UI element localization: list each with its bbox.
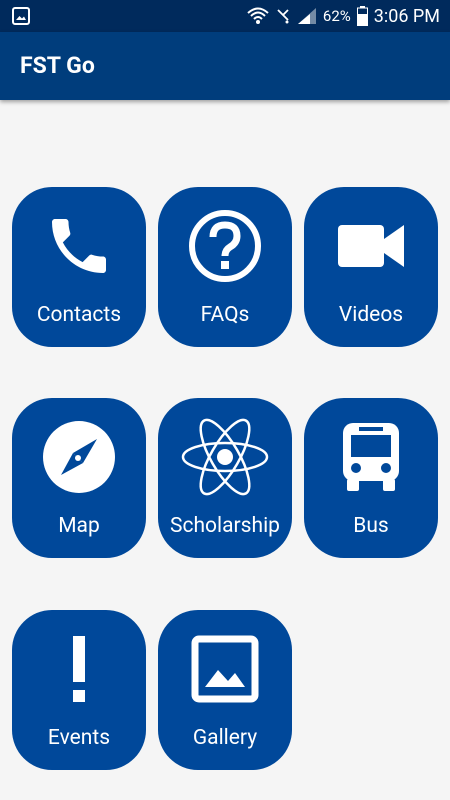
tile-label: Events bbox=[47, 726, 111, 750]
tile-label: Scholarship bbox=[170, 514, 280, 538]
app-bar: FST Go bbox=[0, 32, 450, 100]
exclamation-icon bbox=[12, 624, 146, 714]
tile-scholarship[interactable]: Scholarship bbox=[158, 398, 292, 558]
tile-label: Map bbox=[58, 514, 100, 538]
tile-videos[interactable]: Videos bbox=[304, 187, 438, 347]
tile-label: Bus bbox=[353, 514, 389, 538]
wifi-icon bbox=[247, 6, 269, 26]
tile-label: FAQs bbox=[200, 303, 250, 327]
no-signal-icon bbox=[275, 7, 291, 25]
app-title: FST Go bbox=[20, 52, 95, 79]
tile-label: Videos bbox=[338, 303, 404, 327]
help-circle-icon bbox=[158, 201, 292, 291]
tile-map[interactable]: Map bbox=[12, 398, 146, 558]
tile-bus[interactable]: Bus bbox=[304, 398, 438, 558]
battery-percent: 62% bbox=[322, 7, 351, 25]
video-camera-icon bbox=[304, 201, 438, 291]
compass-icon bbox=[12, 412, 146, 502]
status-bar: 62% 3:06 PM bbox=[0, 0, 450, 32]
tile-contacts[interactable]: Contacts bbox=[12, 187, 146, 347]
battery-icon bbox=[356, 6, 368, 26]
bus-icon bbox=[304, 412, 438, 502]
tile-gallery[interactable]: Gallery bbox=[158, 610, 292, 770]
image-notification-icon bbox=[12, 7, 30, 25]
cell-signal-icon bbox=[297, 7, 317, 25]
tile-label: Gallery bbox=[192, 726, 258, 750]
tile-faqs[interactable]: FAQs bbox=[158, 187, 292, 347]
atom-icon bbox=[158, 412, 292, 502]
clock: 3:06 PM bbox=[373, 5, 440, 27]
tile-events[interactable]: Events bbox=[12, 610, 146, 770]
phone-icon bbox=[12, 201, 146, 291]
tile-label: Contacts bbox=[36, 303, 122, 327]
image-icon bbox=[158, 624, 292, 714]
